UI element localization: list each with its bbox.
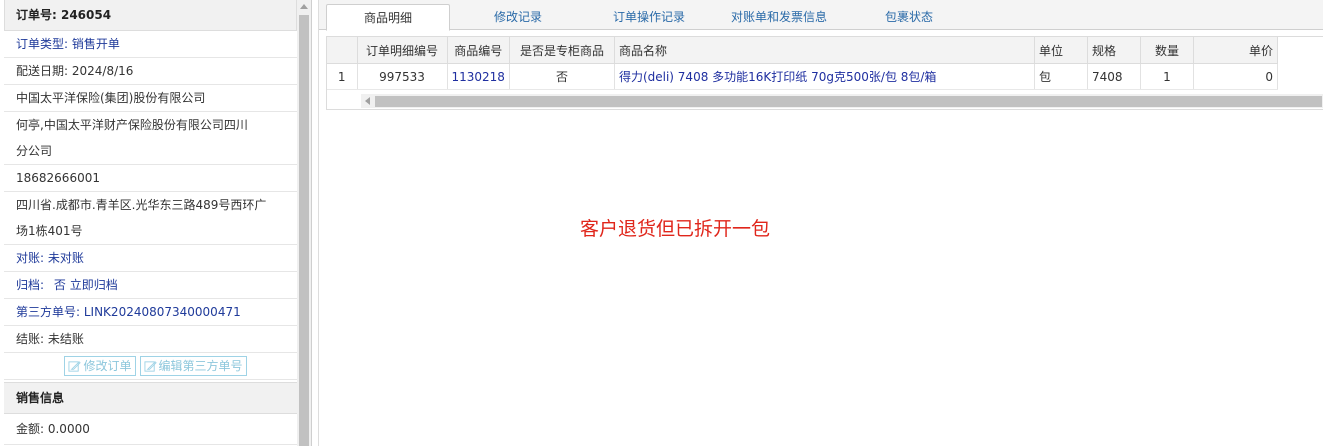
- edit-order-button[interactable]: 修改订单: [64, 356, 136, 376]
- cell-product-id[interactable]: 1130218: [447, 63, 510, 90]
- tab-order-operation-log[interactable]: 订单操作记录: [589, 4, 709, 30]
- product-grid: 订单明细编号 商品编号 是否是专柜商品 商品名称 单位 规格 数量 单价 1 9…: [326, 36, 1323, 110]
- col-header-unit[interactable]: 单位: [1034, 37, 1088, 64]
- cell-counter-product: 否: [509, 63, 615, 90]
- tab-bar: 商品明细 修改记录 订单操作记录 对账单和发票信息 包裹状态: [319, 0, 1323, 31]
- cell-spec: 7408: [1087, 63, 1141, 90]
- cell-unit-price: 0: [1193, 63, 1278, 90]
- contact-line-1: 何亭,中国太平洋财产保险股份有限公司四川: [16, 118, 248, 132]
- delivery-address: 四川省.成都市.青羊区.光华东三路489号西环广 场1栋401号: [4, 192, 297, 245]
- cell-product-name[interactable]: 得力(deli) 7408 多功能16K打印纸 70g克500张/包 8包/箱: [614, 63, 1035, 90]
- order-info-panel: 订单号: 246054 订单类型: 销售开单 配送日期: 2024/8/16 中…: [0, 0, 312, 446]
- cell-unit: 包: [1034, 63, 1088, 90]
- col-header-product-name[interactable]: 商品名称: [614, 37, 1035, 64]
- edit-order-label: 修改订单: [83, 359, 132, 373]
- table-row[interactable]: 1 997533 1130218 否 得力(deli) 7408 多功能16K打…: [327, 63, 1278, 90]
- order-type-row: 订单类型: 销售开单: [4, 31, 297, 58]
- settle-status: 结账: 未结账: [4, 326, 297, 353]
- cell-quantity: 1: [1140, 63, 1194, 90]
- col-header-quantity[interactable]: 数量: [1140, 37, 1194, 64]
- sales-info-title: 销售信息: [4, 382, 297, 414]
- reconcile-status: 对账: 未对账: [4, 245, 297, 272]
- order-type-value: 销售开单: [71, 37, 120, 51]
- tab-statement-invoice[interactable]: 对账单和发票信息: [717, 4, 841, 30]
- customer-company: 中国太平洋保险(集团)股份有限公司: [4, 85, 297, 112]
- col-header-product-id[interactable]: 商品编号: [447, 37, 510, 64]
- scrollbar-thumb[interactable]: [299, 15, 309, 446]
- archive-label: 归档:: [16, 278, 45, 292]
- cell-rownum: 1: [327, 63, 358, 90]
- archive-row: 归档: 否 立即归档: [4, 272, 297, 299]
- archive-link[interactable]: 否 立即归档: [54, 278, 118, 292]
- col-header-counter-product[interactable]: 是否是专柜商品: [509, 37, 615, 64]
- col-header-unit-price[interactable]: 单价: [1193, 37, 1278, 64]
- edit-third-party-button[interactable]: 编辑第三方单号: [139, 356, 247, 376]
- col-header-detail-id[interactable]: 订单明细编号: [357, 37, 448, 64]
- sales-amount: 金额: 0.0000: [4, 414, 297, 445]
- product-table: 订单明细编号 商品编号 是否是专柜商品 商品名称 单位 规格 数量 单价 1 9…: [327, 37, 1278, 90]
- detail-area: 商品明细 修改记录 订单操作记录 对账单和发票信息 包裹状态 订单明细编号 商品…: [318, 0, 1323, 446]
- return-note: 客户退货但已拆开一包: [580, 218, 771, 240]
- edit-third-party-label: 编辑第三方单号: [158, 359, 243, 373]
- order-number-title: 订单号: 246054: [4, 0, 297, 31]
- col-header-rownum: [327, 37, 358, 64]
- tab-package-status[interactable]: 包裹状态: [859, 4, 959, 30]
- table-header-row: 订单明细编号 商品编号 是否是专柜商品 商品名称 单位 规格 数量 单价: [327, 37, 1278, 64]
- tab-product-details[interactable]: 商品明细: [326, 4, 450, 31]
- scroll-left-arrow-icon[interactable]: [365, 97, 370, 105]
- contact-info: 何亭,中国太平洋财产保险股份有限公司四川 分公司: [4, 112, 297, 165]
- address-line-2: 场1栋401号: [16, 224, 83, 238]
- left-panel-scrollbar[interactable]: [297, 0, 311, 446]
- edit-icon: [143, 360, 157, 372]
- address-line-1: 四川省.成都市.青羊区.光华东三路489号西环广: [16, 198, 267, 212]
- order-info-content: 订单号: 246054 订单类型: 销售开单 配送日期: 2024/8/16 中…: [4, 0, 297, 446]
- order-type-label: 订单类型:: [16, 37, 69, 51]
- col-header-spec[interactable]: 规格: [1087, 37, 1141, 64]
- scroll-up-arrow-icon[interactable]: [300, 4, 308, 9]
- delivery-date: 配送日期: 2024/8/16: [4, 58, 297, 85]
- contact-line-2: 分公司: [16, 144, 53, 158]
- scrollbar-thumb[interactable]: [375, 96, 1322, 107]
- edit-icon: [68, 360, 82, 372]
- tab-modification-log[interactable]: 修改记录: [459, 4, 577, 30]
- grid-horizontal-scrollbar[interactable]: [361, 94, 1323, 108]
- third-party-order-number: 第三方单号: LINK20240807340000471: [4, 299, 297, 326]
- order-action-buttons: 修改订单 编辑第三方单号: [4, 353, 297, 380]
- phone-number: 18682666001: [4, 165, 297, 192]
- cell-detail-id: 997533: [357, 63, 448, 90]
